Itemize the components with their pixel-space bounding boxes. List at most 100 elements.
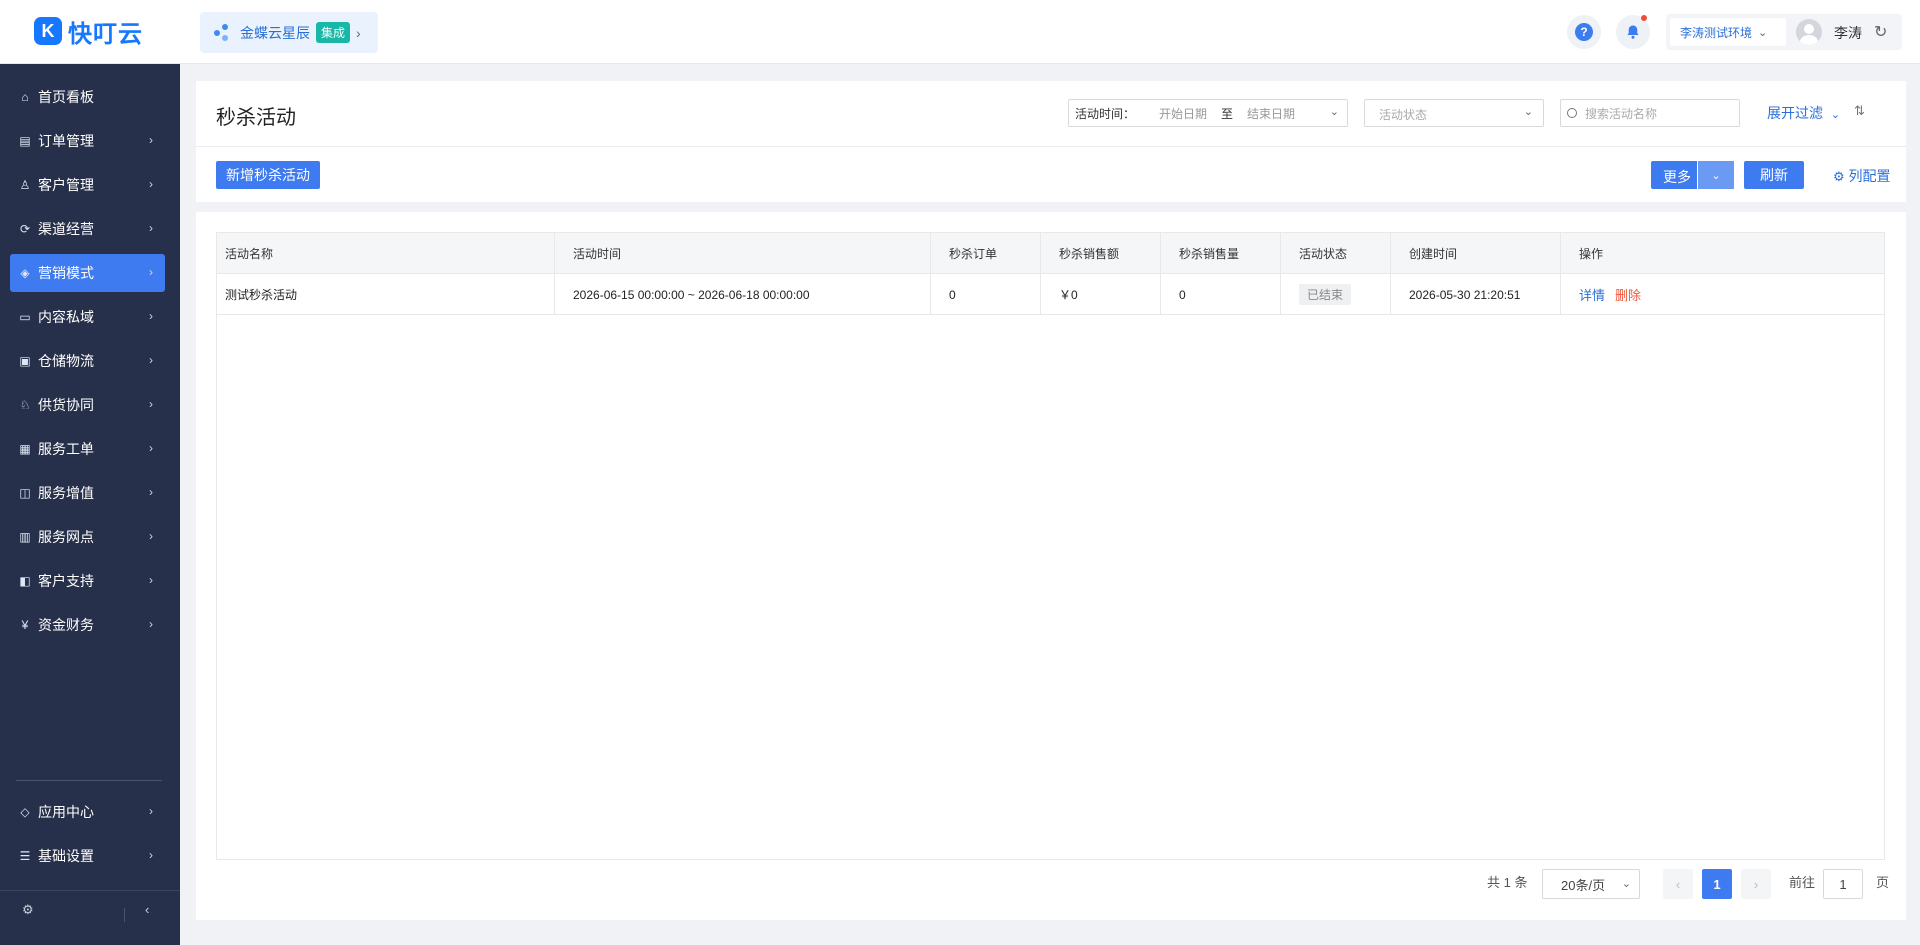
status-filter-placeholder: 活动状态 [1379, 108, 1428, 122]
sidebar-item-label: 资金财务 [38, 617, 94, 633]
detail-link[interactable]: 详情 [1579, 285, 1605, 304]
avatar[interactable] [1796, 19, 1822, 45]
chevron-right-icon: › [149, 804, 153, 818]
total-count: 共 1 条 [1487, 875, 1528, 890]
column-header: 活动时间 [555, 233, 931, 274]
sidebar-item-label: 渠道经营 [38, 221, 94, 237]
sidebar-item-label: 客户支持 [38, 573, 94, 589]
chevron-down-icon: ⌄ [1523, 106, 1533, 118]
date-filter-label: 活动时间： [1075, 106, 1136, 121]
user-name[interactable]: 李涛 [1834, 23, 1862, 43]
channel-icon: ⟳ [19, 222, 31, 236]
chevron-right-icon: › [149, 397, 153, 411]
sidebar-item-label: 应用中心 [38, 804, 94, 820]
sidebar-item-label: 首页看板 [38, 89, 94, 105]
sidebar-item[interactable]: ▦ 服务工单 › [10, 430, 165, 468]
clipboard-icon: ▤ [19, 134, 31, 148]
sidebar-item-label: 服务工单 [38, 441, 94, 457]
sidebar-item[interactable]: ◈ 营销模式 › [10, 254, 165, 292]
add-flash-sale-button[interactable]: 新增秒杀活动 [216, 161, 320, 189]
status-filter-select[interactable]: 活动状态 ⌄ [1364, 99, 1544, 127]
column-header: 创建时间 [1391, 233, 1561, 274]
page-number-button[interactable]: 1 [1702, 869, 1732, 899]
environment-select[interactable]: 李涛测试环境 ⌄ [1670, 18, 1786, 46]
goto-label: 前往 [1789, 875, 1816, 890]
image-icon: ▭ [19, 310, 31, 324]
collapse-sidebar-icon[interactable]: ‹ [145, 902, 149, 917]
integration-tag: 集成 [316, 22, 351, 43]
start-date-input[interactable]: 开始日期 [1159, 105, 1207, 122]
column-config-button[interactable]: ⚙ 列配置 [1833, 166, 1891, 186]
sidebar-item[interactable]: ♘ 供货协同 › [10, 386, 165, 424]
sidebar-item-label: 内容私域 [38, 309, 94, 325]
page-title: 秒杀活动 [216, 107, 296, 129]
help-button[interactable]: ? [1567, 15, 1601, 49]
chevron-down-icon: ⌄ [1830, 109, 1841, 121]
expand-filter-button[interactable]: 展开过滤 ⌄ [1767, 103, 1840, 123]
column-header: 活动名称 [217, 233, 555, 274]
search-placeholder: 搜索活动名称 [1585, 106, 1658, 121]
table-row[interactable]: 测试秒杀活动 2026-06-15 00:00:00 ~ 2026-06-18 … [217, 274, 1884, 315]
box-icon: ▣ [19, 354, 31, 368]
cell-sales-qty: 0 [1161, 274, 1281, 315]
delete-link[interactable]: 删除 [1615, 285, 1641, 304]
chevron-right-icon: › [149, 353, 153, 367]
yen-icon: ¥ [21, 618, 29, 632]
sidebar-item[interactable]: ▣ 仓储物流 › [10, 342, 165, 380]
bag-icon: ◫ [19, 486, 31, 500]
expand-filter-label: 展开过滤 [1767, 105, 1823, 121]
tag-icon: ◈ [20, 266, 30, 280]
date-range-filter[interactable]: 活动时间： 开始日期 至 结束日期 ⌄ [1068, 99, 1348, 127]
column-header: 秒杀销售额 [1041, 233, 1161, 274]
data-table: 活动名称 活动时间 秒杀订单 秒杀销售额 秒杀销售量 活动状态 创建时间 操作 测试秒杀活动 … [216, 232, 1885, 860]
sort-icon[interactable]: ⇅ [1854, 103, 1865, 119]
sidebar-item[interactable]: ¥ 资金财务 › [10, 606, 165, 644]
sidebar-bottom-item[interactable]: ◇ 应用中心 › [10, 793, 165, 831]
reload-icon[interactable]: ↻ [1874, 22, 1887, 42]
cell-status: 已结束 [1281, 274, 1391, 315]
gear-icon: ⚙ [1833, 169, 1845, 184]
notification-dot [1641, 15, 1647, 21]
chevron-right-icon: › [149, 573, 153, 587]
sidebar-item[interactable]: ▤ 订单管理 › [10, 122, 165, 160]
notification-button[interactable] [1616, 15, 1650, 49]
sidebar-item[interactable]: ⟳ 渠道经营 › [10, 210, 165, 248]
gear-icon[interactable]: ⚙ [22, 902, 34, 918]
sidebar-item[interactable]: ▥ 服务网点 › [10, 518, 165, 556]
brand-logo[interactable]: K 快叮云 [34, 16, 143, 48]
sidebar-item-label: 仓储物流 [38, 353, 94, 369]
product-switcher[interactable]: 金蝶云星辰 集成 › [200, 12, 378, 53]
sidebar-item[interactable]: ◧ 客户支持 › [10, 562, 165, 600]
goto-page-input[interactable]: 1 [1823, 869, 1863, 899]
date-separator: 至 [1221, 106, 1234, 121]
brand-name: 快叮云 [68, 20, 143, 48]
end-date-input[interactable]: 结束日期 [1247, 105, 1295, 122]
sidebar-bottom-item[interactable]: ☰ 基础设置 › [10, 837, 165, 875]
chevron-right-icon: › [149, 177, 153, 191]
refresh-button[interactable]: 刷新 [1744, 161, 1804, 189]
chevron-right-icon: › [149, 221, 153, 235]
sidebar-item[interactable]: ⌂ 首页看板 [10, 78, 165, 116]
chevron-down-icon: ⌄ [1329, 106, 1339, 118]
header-divider [196, 146, 1906, 147]
more-button[interactable]: 更多 ⌄ [1651, 161, 1734, 189]
product-dots-icon [214, 23, 232, 42]
sidebar-item-label: 服务网点 [38, 529, 94, 545]
sidebar-footer-divider [0, 890, 180, 891]
cell-created: 2026-05-30 21:20:51 [1391, 274, 1561, 315]
next-page-button[interactable]: › [1741, 869, 1771, 899]
sidebar-item-label: 基础设置 [38, 848, 94, 864]
store-icon: ▥ [19, 530, 31, 544]
prev-page-button[interactable]: ‹ [1663, 869, 1693, 899]
top-bar: K 快叮云 金蝶云星辰 集成 › ? 李涛测试环境 ⌄ 李涛 ↻ [0, 0, 1920, 64]
search-input[interactable]: 搜索活动名称 [1560, 99, 1740, 127]
sidebar-item-label: 订单管理 [38, 133, 94, 149]
sidebar-item-label: 服务增值 [38, 485, 94, 501]
sidebar-item[interactable]: ▭ 内容私域 › [10, 298, 165, 336]
chevron-down-icon[interactable]: ⌄ [1697, 161, 1734, 189]
chevron-down-icon: ⌄ [1621, 878, 1631, 890]
sidebar-item[interactable]: ♙ 客户管理 › [10, 166, 165, 204]
sidebar-item[interactable]: ◫ 服务增值 › [10, 474, 165, 512]
page-size-select[interactable]: 20条/页 ⌄ [1542, 869, 1640, 899]
chevron-right-icon: › [149, 441, 153, 455]
